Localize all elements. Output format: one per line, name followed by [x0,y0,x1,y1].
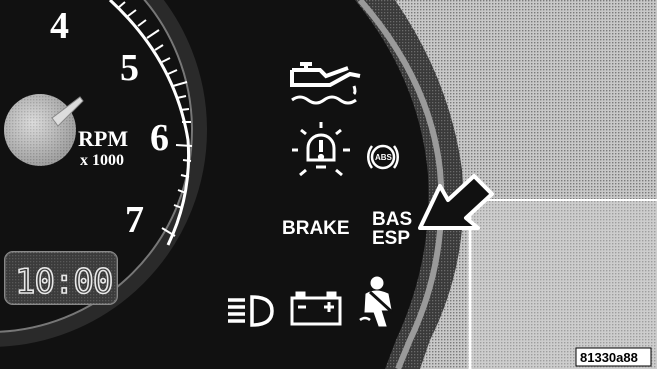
clock-time: 10:00 [15,262,112,302]
tach-numeral-7: 7 [125,199,144,241]
digital-clock: 10:00 [4,251,118,305]
tach-numeral-6: 6 [150,117,169,159]
abs-label: ABS [375,153,393,162]
tach-numeral-5: 5 [120,47,139,89]
esp-label: ESP [372,228,410,249]
bas-label: BAS [372,209,412,230]
warning-panel-face [0,0,429,369]
figure-id: 81330a88 [580,350,638,365]
brake-label: BRAKE [282,218,350,239]
instrument-cluster-illustration: 4 5 6 7 RPM x 1000 10:00 ABS BRAKE BAS E… [0,0,657,369]
tach-numeral-4: 4 [50,5,69,47]
tach-unit-label: RPM [78,126,128,151]
tach-unit-scale: x 1000 [80,152,124,169]
